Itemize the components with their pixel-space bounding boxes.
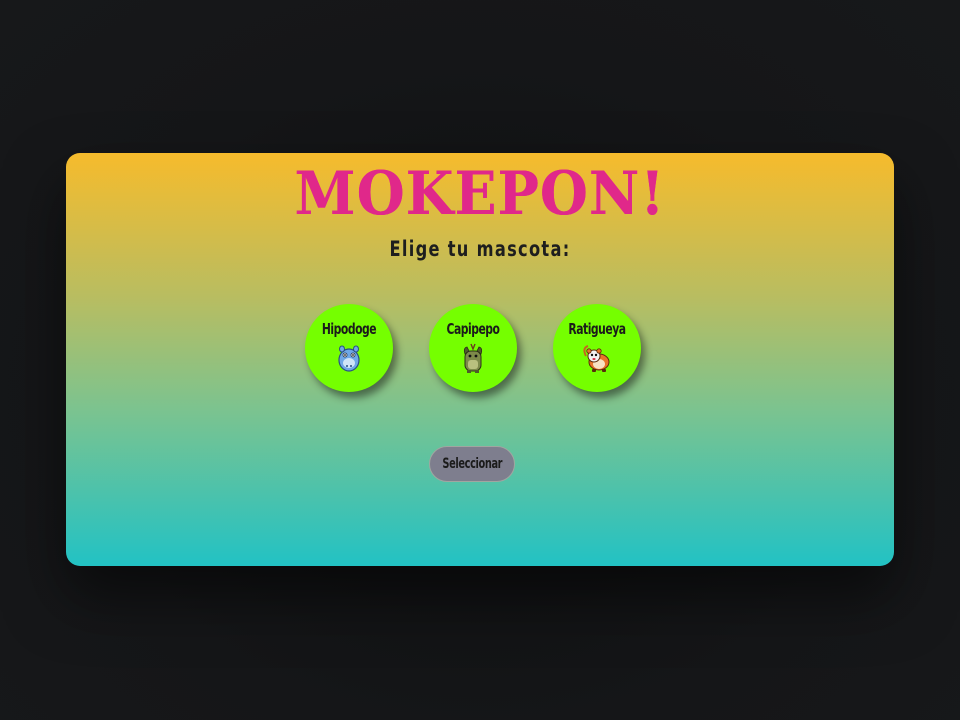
pet-label: Ratigueya (568, 320, 626, 338)
pet-option-ratigueya[interactable]: Ratigueya (553, 304, 641, 392)
select-pet-button-label: Seleccionar (442, 456, 502, 472)
game-card: MOKEPON! Elige tu mascota: Hipodoge Capi… (66, 153, 894, 566)
ratigueya-icon (583, 345, 610, 372)
pet-label: Hipodoge (321, 320, 377, 338)
hipodoge-icon (338, 345, 360, 372)
pet-option-hipodoge[interactable]: Hipodoge (305, 304, 393, 392)
game-title: MOKEPON! (294, 159, 666, 229)
capipepo-icon (463, 343, 483, 373)
pet-label: Capipepo (446, 320, 500, 338)
select-pet-button[interactable]: Seleccionar (429, 446, 515, 482)
pet-options: Hipodoge Capipepo Ratigueya (305, 304, 641, 394)
pet-option-capipepo[interactable]: Capipepo (429, 304, 517, 392)
choose-pet-heading: Elige tu mascota: (389, 237, 571, 261)
page-background: MOKEPON! Elige tu mascota: Hipodoge Capi… (0, 0, 960, 720)
